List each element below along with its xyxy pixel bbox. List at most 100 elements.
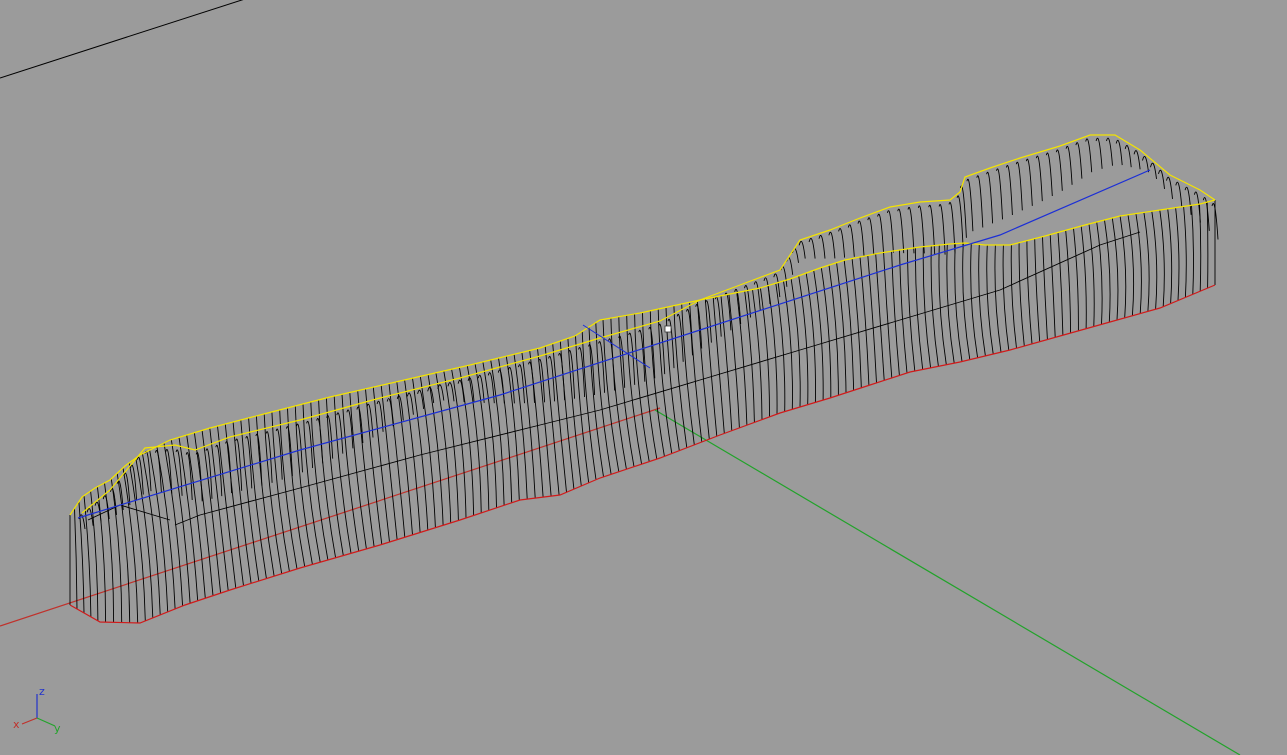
isoparm-curve-front <box>1096 221 1103 325</box>
isoparm-curve-front <box>396 381 413 535</box>
isoparm-curve-front <box>521 352 536 499</box>
isoparm-curve-front <box>1127 214 1135 316</box>
isoparm-curve-front <box>1104 219 1111 323</box>
isoparm-curve-back <box>828 231 836 259</box>
isoparm-curve-front <box>1073 228 1079 331</box>
isoparm-curve-back <box>1055 149 1063 191</box>
isoparm-curve-back <box>838 228 846 258</box>
isoparm-curve-back <box>773 273 781 298</box>
isoparm-curve-back <box>1150 162 1157 179</box>
isoparm-curve-front <box>412 378 429 531</box>
isoparm-curve-back <box>1075 142 1083 179</box>
isoparm-curve-front <box>1002 244 1010 351</box>
isoparm-curve-front <box>906 248 916 372</box>
isoparm-curve-back <box>1095 137 1103 169</box>
isoparm-curve-back <box>1193 191 1201 223</box>
centerline-curve <box>77 169 1151 519</box>
isoparm-curve-back <box>956 195 964 248</box>
isoparm-curve-back <box>886 210 894 253</box>
isoparm-curve-back <box>986 171 994 224</box>
isoparm-curve-back <box>938 204 946 255</box>
isoparm-curve-front <box>1057 232 1064 336</box>
isoparm-curve-front <box>970 243 979 358</box>
perspective-viewport[interactable]: z x y <box>0 0 1287 755</box>
isoparm-curve-front <box>1151 211 1158 310</box>
isoparm-curve-back <box>1106 137 1113 166</box>
world-axes-icon: z x y <box>13 686 61 735</box>
isoparm-curve-front <box>1159 209 1165 307</box>
isoparm-curve-back <box>753 281 761 311</box>
isoparm-curve-front <box>986 244 994 355</box>
isoparm-curve-front <box>1018 242 1025 347</box>
construction-line-upper <box>0 0 244 79</box>
isoparm-curve-front <box>1183 206 1187 298</box>
isoparm-curve-front <box>1034 238 1041 342</box>
isoparm-curve-front <box>1010 244 1017 349</box>
isoparm-curve-back <box>447 382 455 402</box>
isoparm-curve-back <box>195 452 203 502</box>
isoparm-curve-back <box>1175 181 1183 207</box>
isoparm-curve-back <box>818 234 826 259</box>
isoparm-curve-front <box>217 425 237 589</box>
isoparm-curve-back <box>558 353 566 401</box>
selection-guide-line <box>582 324 651 369</box>
wireframe-scene[interactable] <box>0 0 1287 755</box>
isoparm-curve-front <box>1167 208 1173 304</box>
isoparm-curve-back <box>996 168 1003 220</box>
isoparm-curve-back <box>1133 150 1141 170</box>
isoparm-curve-back <box>695 304 703 349</box>
isoparm-curve-back <box>497 369 505 404</box>
extruded-surface-model[interactable] <box>69 134 1219 624</box>
isoparm-curve-front <box>1135 213 1142 314</box>
isoparm-curve-back <box>1005 165 1013 216</box>
isoparm-curve-back <box>897 208 905 254</box>
isoparm-curve-front <box>994 244 1002 353</box>
isoparm-curve-back <box>966 178 974 232</box>
grid-y-axis-line <box>654 409 1241 755</box>
isoparm-curve-back <box>1124 145 1132 168</box>
isoparm-curve-back <box>346 409 354 449</box>
isoparm-curve-back <box>948 202 956 254</box>
isoparm-curve-back <box>205 448 213 499</box>
gizmo-y-line <box>36 717 56 727</box>
isoparm-curve-front <box>1111 217 1119 321</box>
isoparm-curve-back <box>1142 156 1149 173</box>
isoparm-curve-back <box>907 207 915 254</box>
isoparm-curve-back <box>136 456 144 495</box>
isoparm-curve-front <box>962 243 971 360</box>
isoparm-curve-back <box>1166 176 1173 199</box>
isoparm-curve-back <box>857 220 865 256</box>
isoparm-curve-front <box>380 385 398 540</box>
isoparm-curve-front <box>567 338 582 487</box>
isoparm-curve-back <box>386 398 394 427</box>
isoparm-curve-back <box>154 450 162 493</box>
isoparm-curve-back <box>786 257 794 275</box>
isoparm-curve-back <box>1015 161 1023 211</box>
isoparm-curve-back <box>867 217 875 255</box>
isoparm-curve-front <box>1175 207 1180 301</box>
control-point-icon[interactable] <box>664 325 672 333</box>
isoparm-curve-back <box>1035 155 1043 202</box>
isoparm-curve-back <box>877 213 885 254</box>
isoparm-curve-back <box>1158 169 1165 189</box>
isoparm-curve-front <box>1119 215 1127 318</box>
isoparm-curve-front <box>90 490 99 621</box>
isoparm-curve-back <box>763 277 771 305</box>
isoparm-curve-back <box>1045 152 1053 197</box>
isoparm-curve-front <box>938 245 947 365</box>
isoparm-curve-front <box>1080 225 1087 329</box>
isoparm-curve-back <box>1025 158 1033 206</box>
isoparm-curve-back <box>976 175 984 228</box>
isoparm-curve-front <box>1143 212 1150 312</box>
isoparm-curve-back <box>1065 146 1073 185</box>
isoparm-curve-front <box>930 245 939 367</box>
isoparm-curve-front <box>1065 230 1072 334</box>
isoparm-curve-back <box>1184 186 1192 215</box>
isoparm-curve-front <box>1026 240 1033 344</box>
isoparm-curve-front <box>922 246 932 368</box>
isoparm-curve-back <box>225 441 233 494</box>
gizmo-y-label: y <box>54 722 61 735</box>
isoparm-curve-front <box>978 244 986 356</box>
isoparm-curve-front <box>914 247 924 370</box>
isoparm-curve-back <box>808 238 816 259</box>
